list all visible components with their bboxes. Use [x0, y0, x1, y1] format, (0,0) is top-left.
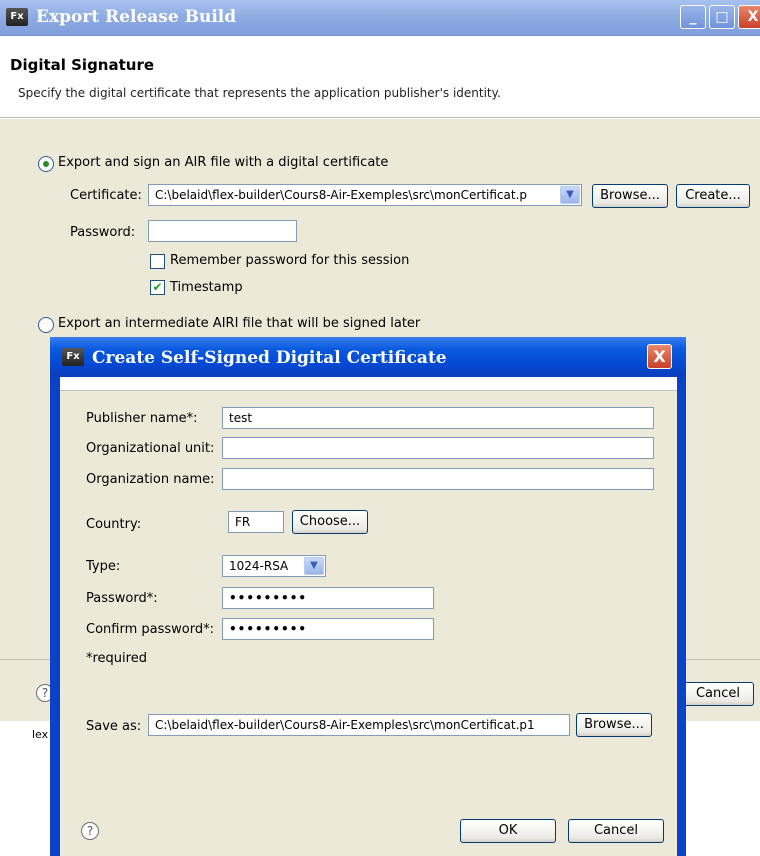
close-button[interactable]: X: [738, 5, 760, 29]
window-title: Export Release Build: [36, 7, 237, 27]
maximize-button[interactable]: □: [709, 5, 735, 29]
export-intermediate-label: Export an intermediate AIRI file that wi…: [58, 316, 421, 331]
confirm-password-input[interactable]: •••••••••: [222, 618, 434, 640]
save-as-label: Save as:: [86, 719, 142, 734]
publisher-label: Publisher name*:: [86, 411, 198, 426]
password-label: Password*:: [86, 591, 158, 606]
password-input[interactable]: [148, 220, 297, 242]
required-note: *required: [86, 651, 147, 666]
main-titlebar[interactable]: Fx Export Release Build _ □ X: [0, 0, 760, 36]
close-icon[interactable]: X: [647, 344, 672, 369]
publisher-input[interactable]: test: [222, 407, 654, 429]
timestamp-label: Timestamp: [170, 280, 243, 295]
type-label: Type:: [86, 559, 121, 574]
org-name-input[interactable]: [222, 468, 654, 490]
timestamp-checkbox[interactable]: ✔: [150, 280, 165, 295]
export-sign-label: Export and sign an AIR file with a digit…: [58, 155, 389, 170]
browse-button[interactable]: Browse...: [592, 184, 668, 208]
country-input[interactable]: FR: [228, 511, 284, 533]
combo-arrow-icon[interactable]: ▼: [560, 186, 580, 204]
main-cancel-button[interactable]: Cancel: [682, 682, 754, 706]
dialog-body: Publisher name*: test Organizational uni…: [60, 377, 677, 856]
org-unit-input[interactable]: [222, 437, 654, 459]
fx-app-icon: Fx: [62, 348, 84, 366]
certificate-label: Certificate:: [70, 188, 142, 203]
remember-password-label: Remember password for this session: [170, 253, 410, 268]
export-sign-radio[interactable]: [38, 156, 54, 172]
minimize-button[interactable]: _: [680, 5, 706, 29]
dialog-titlebar[interactable]: Fx Create Self-Signed Digital Certificat…: [50, 337, 686, 377]
confirm-password-label: Confirm password*:: [86, 622, 214, 637]
ok-button[interactable]: OK: [460, 819, 556, 843]
header-banner: Digital Signature Specify the digital ce…: [0, 36, 760, 118]
export-intermediate-radio[interactable]: [38, 317, 54, 333]
create-certificate-dialog: Fx Create Self-Signed Digital Certificat…: [50, 337, 686, 856]
password-label: Password:: [70, 225, 136, 240]
choose-button[interactable]: Choose...: [292, 510, 368, 534]
combo-arrow-icon[interactable]: ▼: [304, 557, 324, 575]
dialog-title: Create Self-Signed Digital Certificate: [92, 348, 447, 368]
banner-title: Digital Signature: [10, 56, 155, 74]
create-button[interactable]: Create...: [676, 184, 750, 208]
remember-password-checkbox[interactable]: [150, 254, 165, 269]
certificate-combo[interactable]: C:\belaid\flex-builder\Cours8-Air-Exempl…: [148, 184, 582, 206]
dialog-top-strip: [60, 377, 677, 391]
org-name-label: Organization name:: [86, 472, 215, 487]
save-as-browse-button[interactable]: Browse...: [576, 713, 652, 737]
password-input[interactable]: •••••••••: [222, 587, 434, 609]
fx-app-icon: Fx: [6, 8, 28, 26]
cancel-button[interactable]: Cancel: [568, 819, 664, 843]
country-label: Country:: [86, 517, 142, 532]
save-as-input[interactable]: C:\belaid\flex-builder\Cours8-Air-Exempl…: [148, 714, 570, 736]
help-icon[interactable]: ?: [81, 822, 99, 840]
org-unit-label: Organizational unit:: [86, 441, 215, 456]
banner-description: Specify the digital certificate that rep…: [18, 86, 501, 100]
